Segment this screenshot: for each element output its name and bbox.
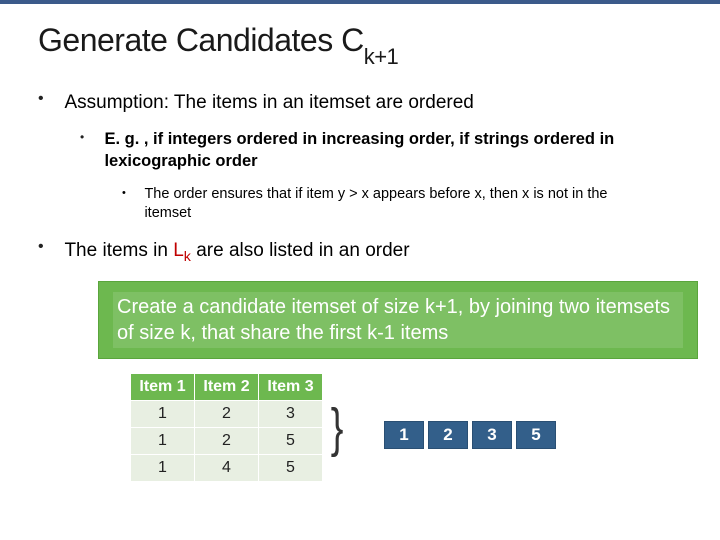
table-row: 1 2 3	[131, 400, 323, 427]
bullet-example: E. g. , if integers ordered in increasin…	[80, 128, 682, 224]
callout-text: Create a candidate itemset of size k+1, …	[113, 292, 683, 348]
title-text: Generate Candidates C	[38, 22, 364, 58]
table-header: Item 2	[195, 373, 259, 400]
callout-box: Create a candidate itemset of size k+1, …	[98, 281, 698, 359]
brace-icon: }	[331, 401, 344, 455]
tables-area: Item 1 Item 2 Item 3 1 2 3 1 2 5 1	[130, 373, 682, 503]
table-row: 1 2 5	[131, 427, 323, 454]
title-subscript: k+1	[364, 44, 399, 69]
slide-content: Generate Candidates Ck+1 Assumption: The…	[0, 4, 720, 503]
bullet-items-lk: The items in Lk are also listed in an or…	[38, 238, 682, 267]
table-row: 1 2 3 5	[384, 421, 556, 449]
bullet-text: The items in Lk are also listed in an or…	[64, 238, 409, 267]
bullet-text: Assumption: The items in an itemset are …	[64, 90, 473, 116]
bullet-assumption: Assumption: The items in an itemset are …	[38, 90, 682, 223]
slide-title: Generate Candidates Ck+1	[38, 22, 682, 64]
source-itemsets-table: Item 1 Item 2 Item 3 1 2 3 1 2 5 1	[130, 373, 323, 482]
bullet-text: The order ensures that if item y > x app…	[144, 185, 644, 224]
table-header: Item 1	[131, 373, 195, 400]
bullet-order-note: The order ensures that if item y > x app…	[122, 185, 682, 224]
bullet-text: E. g. , if integers ordered in increasin…	[104, 128, 654, 173]
table-header: Item 3	[259, 373, 323, 400]
result-itemset-table: 1 2 3 5	[380, 417, 560, 453]
lk-symbol: Lk	[173, 240, 191, 261]
table-row: 1 4 5	[131, 454, 323, 481]
